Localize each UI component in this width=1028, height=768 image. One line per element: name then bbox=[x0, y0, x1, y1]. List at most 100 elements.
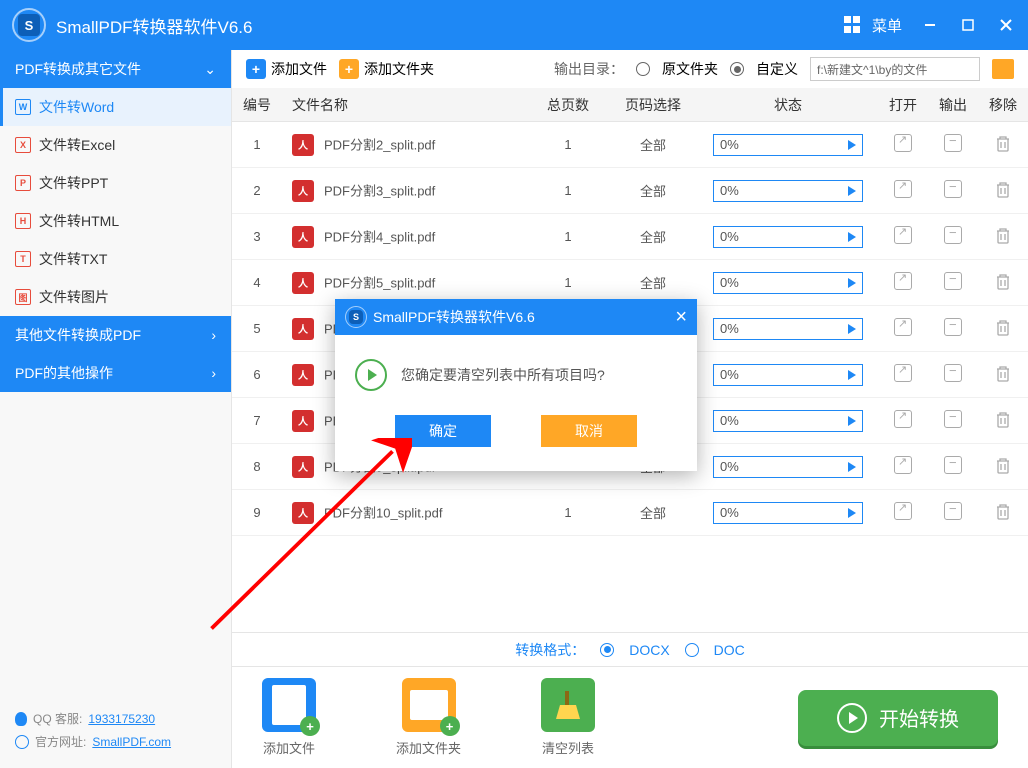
delete-button[interactable] bbox=[994, 318, 1012, 336]
output-button[interactable] bbox=[944, 226, 962, 244]
pdf-icon: 人 bbox=[292, 134, 314, 156]
progress-bar[interactable]: 0% bbox=[713, 410, 863, 432]
table-row[interactable]: 2 人PDF分割3_split.pdf 1 全部 0% bbox=[232, 168, 1028, 214]
sidebar-item-label: 文件转PPT bbox=[39, 173, 108, 193]
table-row[interactable]: 3 人PDF分割4_split.pdf 1 全部 0% bbox=[232, 214, 1028, 260]
sidebar-item[interactable]: H文件转HTML bbox=[0, 202, 231, 240]
sidebar-item-label: 文件转TXT bbox=[39, 249, 107, 269]
table-row[interactable]: 1 人PDF分割2_split.pdf 1 全部 0% bbox=[232, 122, 1028, 168]
add-folder-button[interactable]: +添加文件夹 bbox=[339, 59, 434, 79]
format-label: 转换格式： bbox=[515, 640, 585, 660]
sidebar-header-label: PDF的其他操作 bbox=[15, 363, 113, 383]
output-button[interactable] bbox=[944, 456, 962, 474]
delete-button[interactable] bbox=[994, 226, 1012, 244]
output-button[interactable] bbox=[944, 410, 962, 428]
plus-icon: + bbox=[339, 59, 359, 79]
output-button[interactable] bbox=[944, 180, 962, 198]
sidebar-item[interactable]: X文件转Excel bbox=[0, 126, 231, 164]
sidebar-header-pdf-to-other[interactable]: PDF转换成其它文件 ⌄ bbox=[0, 50, 231, 88]
start-convert-button[interactable]: 开始转换 bbox=[798, 690, 998, 746]
cell-select[interactable]: 全部 bbox=[608, 227, 698, 246]
add-file-big-button[interactable]: + 添加文件 bbox=[262, 678, 316, 757]
delete-button[interactable] bbox=[994, 272, 1012, 290]
cell-status: 0% bbox=[698, 272, 878, 294]
website-link[interactable]: SmallPDF.com bbox=[92, 735, 171, 749]
cell-select[interactable]: 全部 bbox=[608, 273, 698, 292]
open-button[interactable] bbox=[894, 456, 912, 474]
delete-button[interactable] bbox=[994, 410, 1012, 428]
cell-select[interactable]: 全部 bbox=[608, 135, 698, 154]
open-button[interactable] bbox=[894, 180, 912, 198]
dialog-close-button[interactable]: × bbox=[675, 306, 687, 329]
sidebar-item[interactable]: 图文件转图片 bbox=[0, 278, 231, 316]
qq-link[interactable]: 1933175230 bbox=[88, 712, 155, 726]
open-button[interactable] bbox=[894, 318, 912, 336]
output-button[interactable] bbox=[944, 502, 962, 520]
menu-label[interactable]: 菜单 bbox=[872, 15, 902, 36]
table-header: 编号 文件名称 总页数 页码选择 状态 打开 输出 移除 bbox=[232, 88, 1028, 122]
confirm-icon bbox=[355, 359, 387, 391]
minimize-button[interactable] bbox=[920, 15, 940, 35]
delete-button[interactable] bbox=[994, 134, 1012, 152]
progress-bar[interactable]: 0% bbox=[713, 272, 863, 294]
open-button[interactable] bbox=[894, 364, 912, 382]
sidebar-header-other-to-pdf[interactable]: 其他文件转换成PDF › bbox=[0, 316, 231, 354]
sidebar-item[interactable]: P文件转PPT bbox=[0, 164, 231, 202]
sidebar-item[interactable]: W文件转Word bbox=[0, 88, 231, 126]
output-path-input[interactable] bbox=[810, 57, 980, 81]
browse-folder-button[interactable] bbox=[992, 59, 1014, 79]
progress-bar[interactable]: 0% bbox=[713, 318, 863, 340]
delete-button[interactable] bbox=[994, 364, 1012, 382]
output-button[interactable] bbox=[944, 134, 962, 152]
table-row[interactable]: 9 人PDF分割10_split.pdf 1 全部 0% bbox=[232, 490, 1028, 536]
delete-button[interactable] bbox=[994, 502, 1012, 520]
plus-icon: + bbox=[246, 59, 266, 79]
output-button[interactable] bbox=[944, 272, 962, 290]
open-button[interactable] bbox=[894, 502, 912, 520]
dialog-cancel-button[interactable]: 取消 bbox=[541, 415, 637, 447]
pdf-icon: 人 bbox=[292, 502, 314, 524]
radio-custom-folder[interactable] bbox=[730, 62, 744, 76]
progress-bar[interactable]: 0% bbox=[713, 502, 863, 524]
radio-source-folder[interactable] bbox=[636, 62, 650, 76]
open-button[interactable] bbox=[894, 410, 912, 428]
play-icon bbox=[848, 278, 856, 288]
cell-select[interactable]: 全部 bbox=[608, 181, 698, 200]
play-icon bbox=[848, 140, 856, 150]
radio-docx[interactable] bbox=[600, 643, 614, 657]
clear-list-big-button[interactable]: 清空列表 bbox=[541, 678, 595, 757]
cell-status: 0% bbox=[698, 410, 878, 432]
delete-button[interactable] bbox=[994, 456, 1012, 474]
menu-grid-icon[interactable] bbox=[844, 16, 862, 34]
output-button[interactable] bbox=[944, 364, 962, 382]
cell-pages: 1 bbox=[528, 137, 608, 152]
progress-bar[interactable]: 0% bbox=[713, 180, 863, 202]
delete-button[interactable] bbox=[994, 180, 1012, 198]
app-logo-icon: S bbox=[12, 8, 46, 42]
add-file-button[interactable]: +添加文件 bbox=[246, 59, 327, 79]
progress-bar[interactable]: 0% bbox=[713, 364, 863, 386]
cell-pages: 1 bbox=[528, 229, 608, 244]
progress-bar[interactable]: 0% bbox=[713, 456, 863, 478]
add-folder-big-button[interactable]: + 添加文件夹 bbox=[396, 678, 461, 757]
sidebar-header-pdf-other-ops[interactable]: PDF的其他操作 › bbox=[0, 354, 231, 392]
radio-doc[interactable] bbox=[685, 643, 699, 657]
open-button[interactable] bbox=[894, 226, 912, 244]
sidebar-item[interactable]: T文件转TXT bbox=[0, 240, 231, 278]
file-type-icon: 图 bbox=[15, 289, 31, 305]
dialog-ok-button[interactable]: 确定 bbox=[395, 415, 491, 447]
close-button[interactable] bbox=[996, 15, 1016, 35]
add-file-big-label: 添加文件 bbox=[263, 738, 315, 757]
maximize-button[interactable] bbox=[958, 15, 978, 35]
file-type-icon: W bbox=[15, 99, 31, 115]
open-button[interactable] bbox=[894, 272, 912, 290]
open-button[interactable] bbox=[894, 134, 912, 152]
cell-select[interactable]: 全部 bbox=[608, 503, 698, 522]
output-button[interactable] bbox=[944, 318, 962, 336]
cell-num: 4 bbox=[232, 275, 282, 290]
cell-num: 7 bbox=[232, 413, 282, 428]
radio-docx-label: DOCX bbox=[629, 642, 669, 658]
progress-bar[interactable]: 0% bbox=[713, 226, 863, 248]
progress-bar[interactable]: 0% bbox=[713, 134, 863, 156]
pdf-icon: 人 bbox=[292, 272, 314, 294]
